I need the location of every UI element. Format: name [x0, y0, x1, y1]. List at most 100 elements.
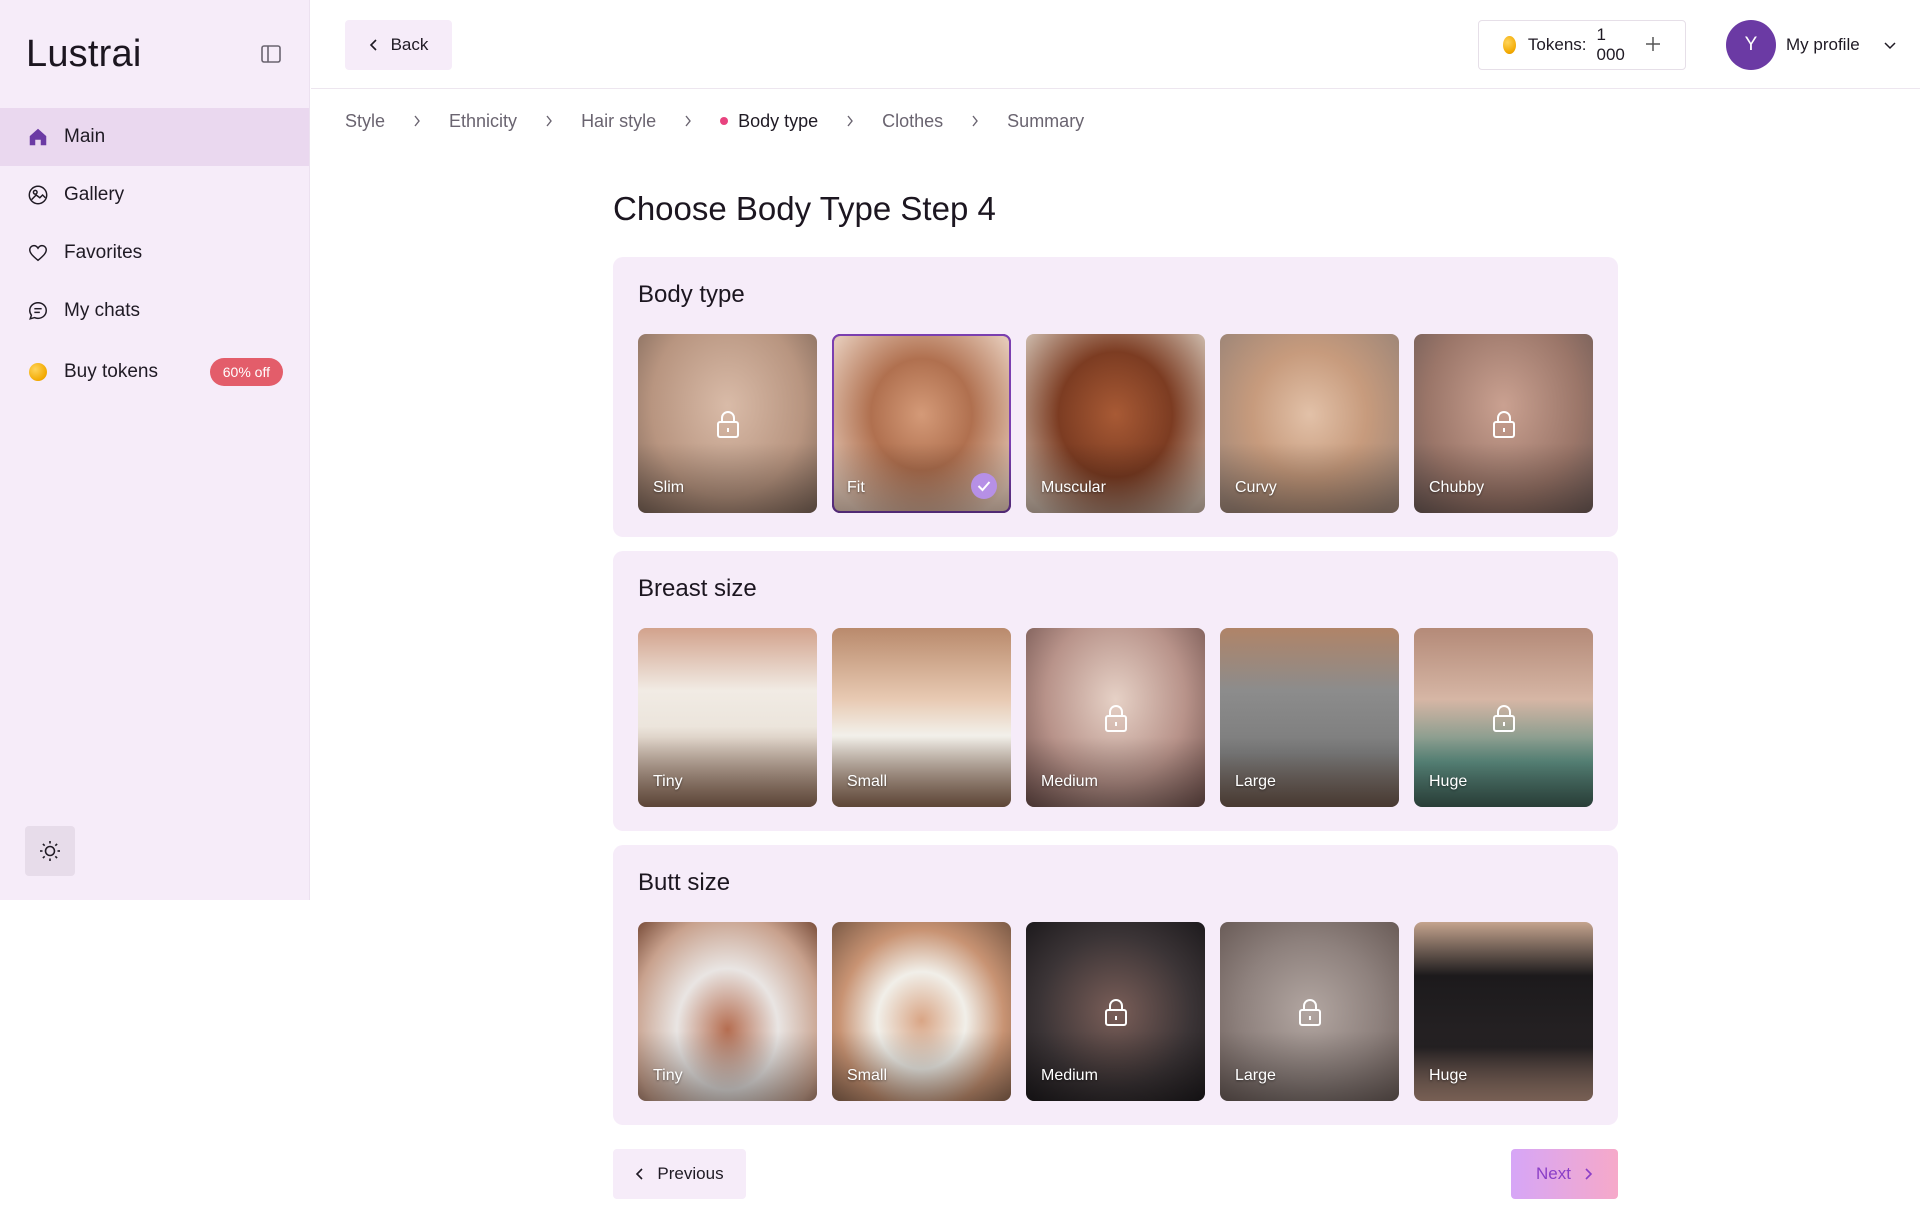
option-card-small[interactable]: Small — [832, 628, 1011, 807]
profile-label: My profile — [1786, 35, 1860, 54]
lock-icon — [1492, 704, 1515, 732]
option-label: Tiny — [653, 773, 683, 790]
tokens-label: Tokens: — [1527, 35, 1587, 54]
breadcrumb-step-hair-style[interactable]: Hair style — [581, 111, 656, 132]
next-button[interactable]: Next — [1511, 1149, 1618, 1199]
option-list: Tiny Small Medium Large Huge — [638, 922, 1593, 1101]
sidebar: Lustrai Main Gallery Favorites My chats … — [0, 0, 310, 900]
option-label: Tiny — [653, 1067, 683, 1084]
section-title: Breast size — [638, 575, 757, 602]
option-list: Tiny Small Medium Large Huge — [638, 628, 1593, 807]
theme-toggle-button[interactable] — [25, 826, 75, 876]
avatar: Y — [1726, 20, 1776, 70]
option-card-tiny[interactable]: Tiny — [638, 628, 817, 807]
option-card-muscular[interactable]: Muscular — [1026, 334, 1205, 513]
sidebar-item-buy-tokens[interactable]: Buy tokens 60% off — [0, 340, 309, 404]
option-card-chubby[interactable]: Chubby — [1414, 334, 1593, 513]
page-title: Choose Body Type Step 4 — [613, 190, 996, 227]
breadcrumb-current-label: Body type — [738, 110, 819, 131]
breadcrumb-step-summary[interactable]: Summary — [1007, 111, 1084, 132]
app-logo[interactable]: Lustrai — [26, 33, 141, 76]
chevron-right-icon — [1585, 1168, 1593, 1180]
discount-badge: 60% off — [209, 358, 283, 386]
chevron-right-icon — [545, 115, 553, 127]
butt-size-section: Butt size Tiny Small Medium Large Huge — [613, 845, 1618, 1125]
option-label: Muscular — [1041, 479, 1106, 496]
profile-menu[interactable]: Y My profile — [1726, 20, 1898, 70]
option-card-huge[interactable]: Huge — [1414, 922, 1593, 1101]
sidebar-item-my-chats[interactable]: My chats — [0, 282, 309, 340]
option-label: Large — [1235, 1067, 1276, 1084]
breadcrumb-step-body-type[interactable]: Body type — [720, 111, 818, 132]
option-label: Fit — [847, 479, 865, 496]
tokens-value: 1 000 — [1596, 25, 1625, 64]
lock-icon — [1104, 704, 1127, 732]
option-label: Huge — [1429, 773, 1468, 790]
heart-icon — [26, 241, 50, 265]
option-card-fit[interactable]: Fit — [832, 334, 1011, 513]
sun-icon — [40, 841, 60, 861]
option-label: Curvy — [1235, 479, 1277, 496]
body-type-section: Body type Slim Fit Muscular Curvy Chubby — [613, 257, 1618, 537]
breadcrumb-step-style[interactable]: Style — [345, 111, 385, 132]
chevron-left-icon — [636, 1168, 643, 1180]
current-step-dot — [720, 117, 729, 125]
back-button[interactable]: Back — [345, 20, 452, 70]
option-label: Small — [847, 773, 888, 790]
top-header: Back Tokens: 1 000 Y My profile — [311, 0, 1920, 89]
option-label: Slim — [653, 479, 685, 496]
previous-button[interactable]: Previous — [613, 1149, 746, 1199]
option-label: Huge — [1429, 1067, 1468, 1084]
option-label: Medium — [1041, 773, 1098, 790]
chevron-right-icon — [413, 115, 421, 127]
sidebar-item-gallery[interactable]: Gallery — [0, 166, 309, 224]
sidebar-item-label: My chats — [64, 300, 141, 321]
option-card-large[interactable]: Large — [1220, 628, 1399, 807]
chevron-down-icon — [1884, 42, 1896, 50]
breadcrumb-step-clothes[interactable]: Clothes — [882, 111, 943, 132]
plus-icon — [1646, 37, 1660, 51]
option-card-huge[interactable]: Huge — [1414, 628, 1593, 807]
option-card-medium[interactable]: Medium — [1026, 922, 1205, 1101]
sidebar-item-label: Buy tokens — [64, 361, 158, 382]
lock-icon — [1492, 410, 1515, 438]
sidebar-item-main[interactable]: Main — [0, 108, 309, 166]
sidebar-toggle-icon — [261, 45, 281, 63]
option-card-curvy[interactable]: Curvy — [1220, 334, 1399, 513]
option-label: Medium — [1041, 1067, 1098, 1084]
section-title: Body type — [638, 281, 745, 308]
option-card-large[interactable]: Large — [1220, 922, 1399, 1101]
coin-icon — [1503, 36, 1516, 54]
chevron-right-icon — [971, 115, 979, 127]
coin-icon — [26, 360, 50, 384]
breadcrumb: Style Ethnicity Hair style Body type Clo… — [345, 108, 1084, 134]
option-card-medium[interactable]: Medium — [1026, 628, 1205, 807]
option-list: Slim Fit Muscular Curvy Chubby — [638, 334, 1593, 513]
option-card-tiny[interactable]: Tiny — [638, 922, 817, 1101]
option-card-small[interactable]: Small — [832, 922, 1011, 1101]
sidebar-item-label: Favorites — [64, 242, 143, 263]
chevron-right-icon — [684, 115, 692, 127]
next-button-label: Next — [1536, 1164, 1571, 1183]
add-tokens-button[interactable] — [1645, 34, 1661, 56]
tokens-balance: Tokens: 1 000 — [1478, 20, 1686, 70]
lock-icon — [1298, 998, 1321, 1026]
option-card-slim[interactable]: Slim — [638, 334, 817, 513]
section-title: Butt size — [638, 869, 731, 896]
chat-icon — [26, 299, 50, 323]
back-button-label: Back — [390, 35, 429, 54]
sidebar-item-label: Gallery — [64, 184, 125, 205]
sidebar-item-label: Main — [64, 126, 106, 147]
home-icon — [26, 125, 50, 149]
sidebar-collapse-button[interactable] — [257, 40, 285, 68]
lock-icon — [1104, 998, 1127, 1026]
chevron-right-icon — [846, 115, 854, 127]
previous-button-label: Previous — [657, 1164, 724, 1183]
sidebar-item-favorites[interactable]: Favorites — [0, 224, 309, 282]
option-label: Chubby — [1429, 479, 1485, 496]
gallery-icon — [26, 183, 50, 207]
breast-size-section: Breast size Tiny Small Medium Large Huge — [613, 551, 1618, 831]
breadcrumb-step-ethnicity[interactable]: Ethnicity — [449, 111, 517, 132]
chevron-left-icon — [369, 39, 377, 51]
option-label: Large — [1235, 773, 1276, 790]
